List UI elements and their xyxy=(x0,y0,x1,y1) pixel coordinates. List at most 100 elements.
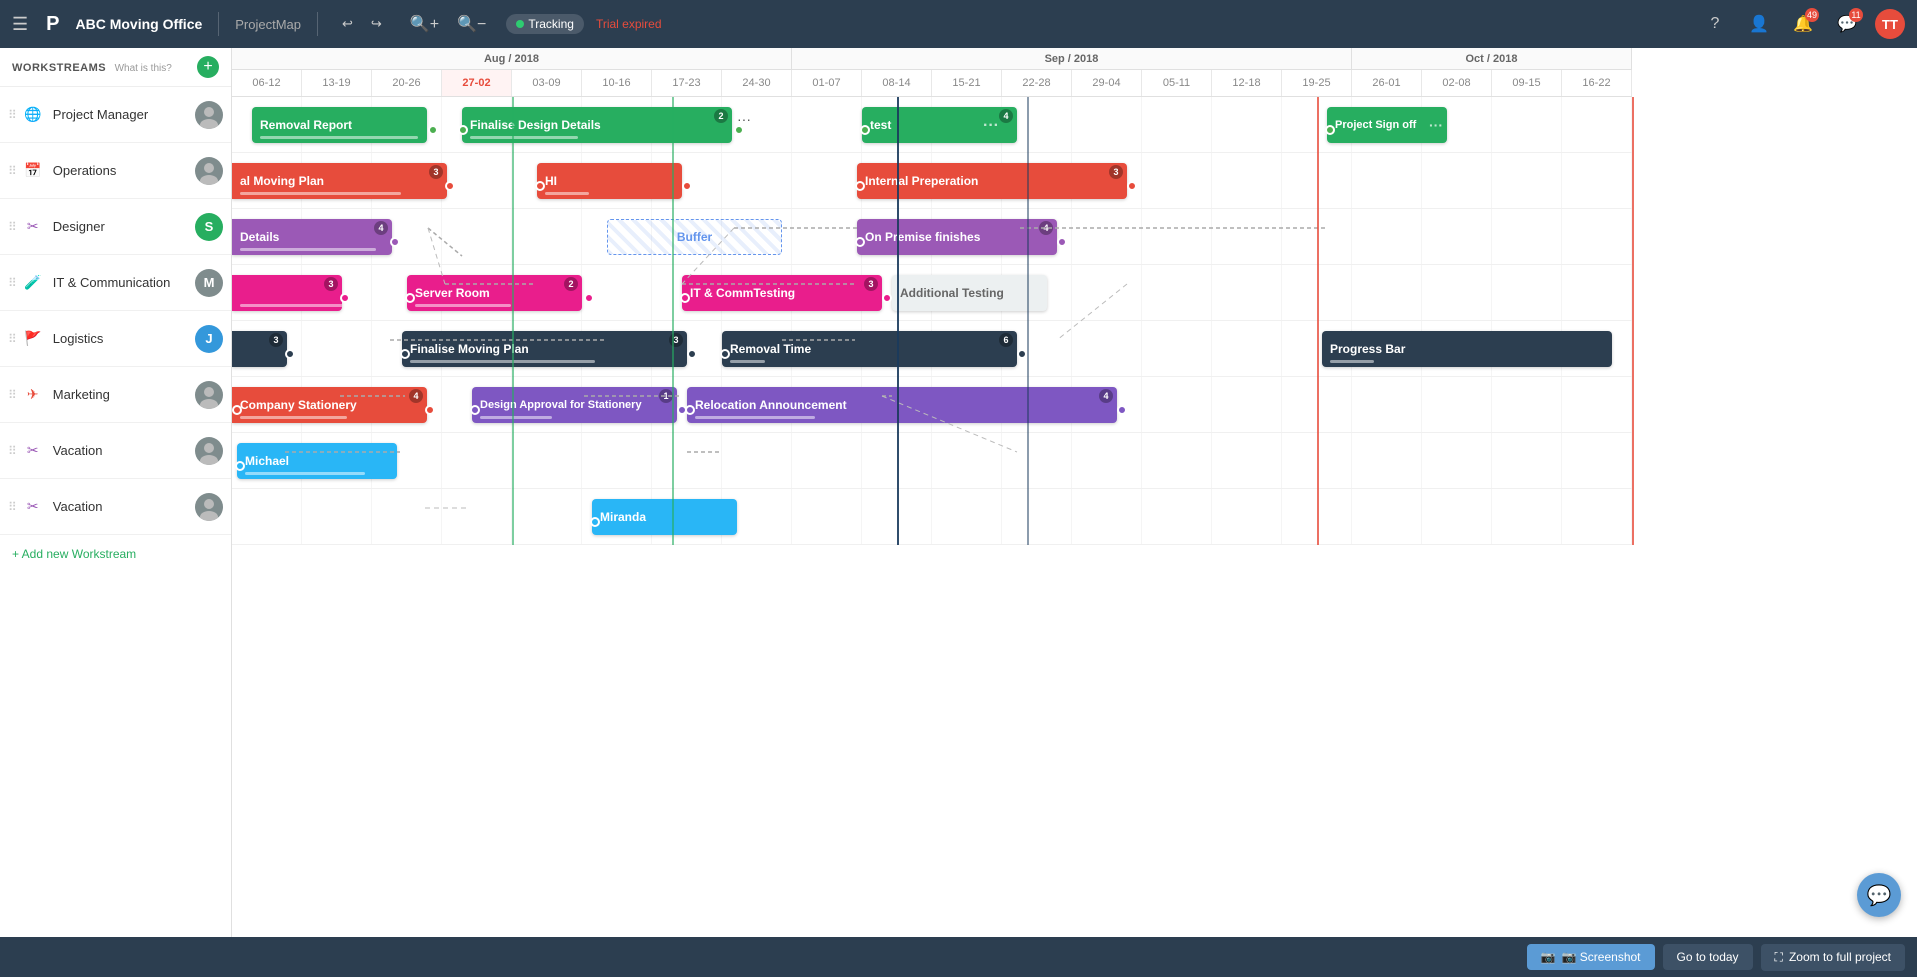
week-cell-12: 29-04 xyxy=(1072,70,1142,96)
bar-michael[interactable]: Michael xyxy=(237,443,397,479)
bar-log1[interactable]: 3 xyxy=(232,331,287,367)
dot-handle-log2[interactable] xyxy=(400,349,410,359)
sidebar-item-logistics[interactable]: ⠿ 🚩 Logistics J xyxy=(0,311,231,367)
dot-handle-des2[interactable] xyxy=(855,237,865,247)
dot-handle-vac1[interactable] xyxy=(235,461,245,471)
col-14 xyxy=(1212,265,1282,320)
go-to-today-button[interactable]: Go to today xyxy=(1663,944,1753,970)
sidebar-item-project-manager[interactable]: ⠿ 🌐 Project Manager xyxy=(0,87,231,143)
dot-handle-pm1[interactable] xyxy=(428,125,438,135)
col-18 xyxy=(1492,153,1562,208)
bar-it1[interactable]: 3 xyxy=(232,275,342,311)
help-button[interactable]: ? xyxy=(1699,8,1731,40)
sidebar-item-designer[interactable]: ⠿ ✂ Designer S xyxy=(0,199,231,255)
bar-it-commtesting[interactable]: IT & CommTesting 3 xyxy=(682,275,882,311)
drag-handle[interactable]: ⠿ xyxy=(8,108,17,122)
dot-handle-it2[interactable] xyxy=(405,293,415,303)
dot-handle-log4[interactable] xyxy=(720,349,730,359)
drag-handle[interactable]: ⠿ xyxy=(8,164,17,178)
dot-handle-des3[interactable] xyxy=(1057,237,1067,247)
drag-handle[interactable]: ⠿ xyxy=(8,388,17,402)
sidebar-item-vacation1[interactable]: ⠿ ✂ Vacation xyxy=(0,423,231,479)
drag-handle[interactable]: ⠿ xyxy=(8,500,17,514)
zoom-out-button[interactable]: 🔍− xyxy=(449,10,494,38)
bar-hi[interactable]: HI xyxy=(537,163,682,199)
gantt-area[interactable]: Aug / 2018 Sep / 2018 Oct / 2018 06-1213… xyxy=(232,48,1917,937)
dot-handle-op1[interactable] xyxy=(445,181,455,191)
bar-finalise-moving[interactable]: Finalise Moving Plan 3 xyxy=(402,331,687,367)
col-10 xyxy=(932,489,1002,544)
add-workstream-button[interactable]: + xyxy=(197,56,219,78)
dot-handle-log5[interactable] xyxy=(1017,349,1027,359)
dot-handle-mkt0[interactable] xyxy=(232,405,242,415)
sidebar-item-it-comm[interactable]: ⠿ 🧪 IT & Communication M xyxy=(0,255,231,311)
gantt-row-mkt: Company Stationery 4 Design Approval for… xyxy=(232,377,1632,433)
drag-handle[interactable]: ⠿ xyxy=(8,220,17,234)
bar-additional-testing[interactable]: Additional Testing xyxy=(892,275,1047,311)
bar-details[interactable]: Details 4 xyxy=(232,219,392,255)
sidebar-item-vacation2[interactable]: ⠿ ✂ Vacation xyxy=(0,479,231,535)
dot-handle-log3[interactable] xyxy=(687,349,697,359)
dot-handle-mkt2[interactable] xyxy=(470,405,480,415)
bar-test[interactable]: test 4 ··· xyxy=(862,107,1017,143)
bar-removal-report[interactable]: Removal Report xyxy=(252,107,427,143)
trial-badge: Trial expired xyxy=(596,17,662,31)
dot-handle-mkt4[interactable] xyxy=(685,405,695,415)
redo-button[interactable]: ↪ xyxy=(363,12,390,36)
sidebar-item-marketing[interactable]: ⠿ ✈ Marketing xyxy=(0,367,231,423)
dot-handle-pm4[interactable] xyxy=(860,125,870,135)
badge-test: 4 xyxy=(999,109,1013,123)
add-workstream-link[interactable]: + Add new Workstream xyxy=(0,535,231,573)
undo-button[interactable]: ↩ xyxy=(334,12,361,36)
bar-progress-bar[interactable]: Progress Bar xyxy=(1322,331,1612,367)
bar-miranda[interactable]: Miranda xyxy=(592,499,737,535)
zoom-in-button[interactable]: 🔍+ xyxy=(402,10,447,38)
dot-handle-mkt5[interactable] xyxy=(1117,405,1127,415)
screenshot-icon: 📷 xyxy=(1541,950,1556,964)
dot-handle-op2[interactable] xyxy=(535,181,545,191)
des-avatar: S xyxy=(195,213,223,241)
tracking-badge[interactable]: Tracking xyxy=(506,14,584,34)
bell-button[interactable]: 🔔 49 xyxy=(1787,8,1819,40)
dot-handle-pm2[interactable] xyxy=(458,125,468,135)
chat-button[interactable]: 💬 11 xyxy=(1831,8,1863,40)
sidebar-item-operations[interactable]: ⠿ 📅 Operations xyxy=(0,143,231,199)
bar-buffer[interactable]: Buffer xyxy=(607,219,782,255)
chat-bubble-button[interactable]: 💬 xyxy=(1857,873,1901,917)
bar-project-signoff[interactable]: Project Sign off ··· xyxy=(1327,107,1447,143)
bar-removal-time[interactable]: Removal Time 6 xyxy=(722,331,1017,367)
zoom-to-project-button[interactable]: ⛶ Zoom to full project xyxy=(1761,944,1905,971)
bar-server-room[interactable]: Server Room 2 xyxy=(407,275,582,311)
drag-handle[interactable]: ⠿ xyxy=(8,276,17,290)
week-cell-19: 16-22 xyxy=(1562,70,1632,96)
dot-handle-des1[interactable] xyxy=(390,237,400,247)
col-11 xyxy=(1002,489,1072,544)
dot-handle-it1[interactable] xyxy=(340,293,350,303)
dot-handle-pm3[interactable] xyxy=(734,125,744,135)
bar-moving-plan-ops[interactable]: al Moving Plan 3 xyxy=(232,163,447,199)
dot-handle-mkt1[interactable] xyxy=(425,405,435,415)
bar-relocation[interactable]: Relocation Announcement 4 xyxy=(687,387,1117,423)
bar-company-stationery[interactable]: Company Stationery 4 xyxy=(232,387,427,423)
bar-finalise-design[interactable]: Finalise Design Details 2 xyxy=(462,107,732,143)
dot-handle-it3[interactable] xyxy=(584,293,594,303)
vac1-row-bg xyxy=(232,433,1632,488)
dot-handle-op5[interactable] xyxy=(1127,181,1137,191)
screenshot-button[interactable]: 📷 📷 Screenshot xyxy=(1527,944,1655,970)
col-4 xyxy=(512,433,582,488)
user-avatar[interactable]: TT xyxy=(1875,9,1905,39)
dot-handle-vac2[interactable] xyxy=(590,517,600,527)
hamburger-icon[interactable]: ☰ xyxy=(12,14,28,35)
dot-handle-it5[interactable] xyxy=(882,293,892,303)
dot-handle-op4[interactable] xyxy=(855,181,865,191)
dot-handle-pm5[interactable] xyxy=(1325,125,1335,135)
dot-handle-op3[interactable] xyxy=(682,181,692,191)
tracking-label: Tracking xyxy=(528,17,574,31)
drag-handle[interactable]: ⠿ xyxy=(8,444,17,458)
dot-handle-log1[interactable] xyxy=(285,349,295,359)
bar-design-approval[interactable]: Design Approval for Stationery 1 xyxy=(472,387,677,423)
drag-handle[interactable]: ⠿ xyxy=(8,332,17,346)
users-button[interactable]: 👤 xyxy=(1743,8,1775,40)
dot-handle-it4[interactable] xyxy=(680,293,690,303)
itc-avatar: M xyxy=(195,269,223,297)
